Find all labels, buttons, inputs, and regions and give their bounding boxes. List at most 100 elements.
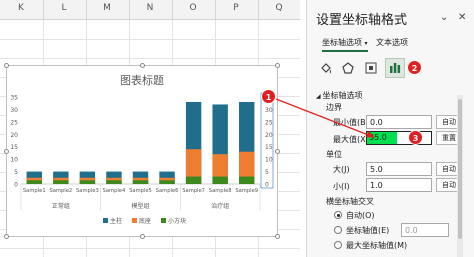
column-header-p[interactable]: P [216, 3, 256, 13]
group-label: 模型组 [131, 202, 149, 210]
chart-handle-bl[interactable] [4, 234, 9, 239]
column-header-q[interactable]: Q [259, 3, 299, 13]
secondary-y-tick-label: 25 [265, 119, 273, 126]
x-tick-label: Sample4 [103, 188, 126, 194]
column-header-row: KLMNOPQ [0, 0, 300, 20]
radio-auto-label: 自动(O) [346, 211, 375, 220]
column-header-l[interactable]: L [44, 3, 84, 13]
radio-auto[interactable] [334, 211, 342, 219]
chevron-down-icon: ▾ [364, 40, 368, 47]
bar-小方块-Sample7 [185, 176, 202, 184]
min-input[interactable]: 0.0 [366, 115, 432, 129]
size-properties-icon[interactable] [361, 58, 381, 78]
secondary-y-tick-label: 0 [265, 182, 269, 189]
tab-axis-options[interactable]: 坐标轴选项 ▾ [322, 37, 368, 52]
close-icon[interactable]: ✕ [458, 12, 466, 23]
column-header-o[interactable]: O [173, 3, 213, 13]
chart-handle-tl[interactable] [4, 63, 9, 68]
bar-小方块-Sample2 [53, 180, 69, 184]
column-header-k[interactable]: K [1, 3, 41, 13]
legend-label: 底座 [139, 217, 151, 225]
x-tick-label: Sample8 [209, 188, 232, 194]
pane-title: 设置坐标轴格式 [316, 13, 408, 28]
x-tick-label: Sample1 [23, 188, 46, 194]
x-tick-label: Sample3 [76, 188, 99, 194]
secondary-y-tick-label: 30 [265, 107, 273, 114]
bar-小方块-Sample3 [79, 180, 96, 184]
x-tick-label: Sample6 [156, 188, 179, 194]
tab-axis-options-label: 坐标轴选项 [322, 38, 362, 47]
radio-axis-value-label: 坐标轴值(E) [346, 226, 390, 235]
secondary-y-tick-label: 15 [265, 144, 273, 151]
y-tick-label: 30 [10, 107, 18, 114]
y-tick-label: 25 [10, 119, 18, 126]
secondary-y-tick-label: 5 [265, 169, 269, 176]
radio-max-axis-value-label: 最大坐标轴值(M) [346, 241, 408, 250]
group-label: 正常组 [52, 202, 70, 210]
x-tick-label: Sample5 [129, 188, 152, 194]
y-tick-label: 5 [14, 169, 18, 176]
major-label: 大(J) [333, 165, 350, 174]
grid-line-horizontal [0, 248, 300, 249]
scrollbar-thumb[interactable] [458, 99, 462, 239]
secondary-y-tick-label: 10 [265, 157, 273, 164]
minor-input[interactable]: 1.0 [366, 178, 432, 192]
chart-handle-tr[interactable] [275, 63, 280, 68]
section-axis-options[interactable]: ◢ 坐标轴选项 [316, 90, 363, 101]
radio-axis-value[interactable] [334, 226, 342, 234]
axis-options-icon[interactable] [385, 58, 405, 78]
y-tick-label: 0 [14, 182, 18, 189]
tab-text-options[interactable]: 文本选项 [376, 37, 408, 48]
fill-line-icon[interactable] [316, 58, 336, 78]
chart-object[interactable]: 图表标题 0510152025303505101520253035Sample1… [4, 63, 280, 239]
x-tick-label: Sample2 [49, 188, 72, 194]
effects-icon[interactable] [338, 58, 358, 78]
max-label: 最大值(X) [333, 135, 369, 144]
bounds-label: 边界 [326, 103, 342, 112]
column-header-m[interactable]: M [87, 3, 127, 13]
legend-swatch-主柱 [103, 218, 108, 223]
chart-handle-ml[interactable] [4, 149, 9, 154]
bar-小方块-Sample4 [106, 180, 122, 184]
x-tick-label: Sample9 [235, 188, 258, 194]
legend-swatch-小方块 [161, 218, 166, 223]
min-label: 最小值(B) [333, 118, 369, 127]
radio-max-axis-value[interactable] [334, 241, 342, 249]
legend-label: 小方块 [168, 217, 186, 225]
units-label: 单位 [326, 150, 342, 159]
annotation-marker-1: 1 [261, 89, 276, 104]
grid-line-horizontal [0, 39, 300, 40]
y-tick-label: 20 [10, 132, 18, 139]
legend-label: 主柱 [110, 217, 122, 225]
grid-line-horizontal [0, 58, 300, 59]
cross-value-input[interactable]: 0.0 [401, 223, 449, 237]
chart-handle-mr[interactable] [275, 149, 280, 154]
chart-handle-br[interactable] [275, 234, 280, 239]
max-input-value: 35.0 [367, 132, 397, 144]
chart-handle-bm[interactable] [140, 234, 145, 239]
bar-小方块-Sample9 [239, 176, 255, 184]
pane-scrollbar[interactable] [457, 95, 463, 257]
annotation-marker-2: 2 [407, 60, 422, 75]
bar-小方块-Sample6 [159, 180, 175, 184]
group-label: 治疗组 [211, 202, 229, 210]
cross-label: 横坐标轴交叉 [326, 197, 374, 206]
spreadsheet-area: KLMNOPQ 图表标题 051015202530350510152025303… [0, 0, 300, 257]
bar-小方块-Sample8 [212, 176, 228, 184]
column-header-n[interactable]: N [130, 3, 170, 13]
x-tick-label: Sample7 [182, 188, 205, 194]
bar-小方块-Sample1 [26, 180, 42, 184]
y-tick-label: 10 [10, 157, 18, 164]
chart-handle-tm[interactable] [140, 63, 145, 68]
chevron-down-icon[interactable]: ⌄ [440, 12, 448, 23]
legend-swatch-底座 [132, 218, 137, 223]
y-tick-label: 35 [10, 95, 18, 102]
y-tick-label: 15 [10, 144, 18, 151]
section-axis-options-label: 坐标轴选项 [322, 91, 363, 100]
annotation-marker-3: 3 [408, 130, 423, 145]
major-input[interactable]: 5.0 [366, 162, 432, 176]
bar-小方块-Sample5 [132, 180, 149, 184]
secondary-y-tick-label: 20 [265, 132, 273, 139]
minor-label: 小(I) [333, 182, 350, 191]
chart-svg: 0510152025303505101520253035Sample1Sampl… [10, 92, 274, 225]
